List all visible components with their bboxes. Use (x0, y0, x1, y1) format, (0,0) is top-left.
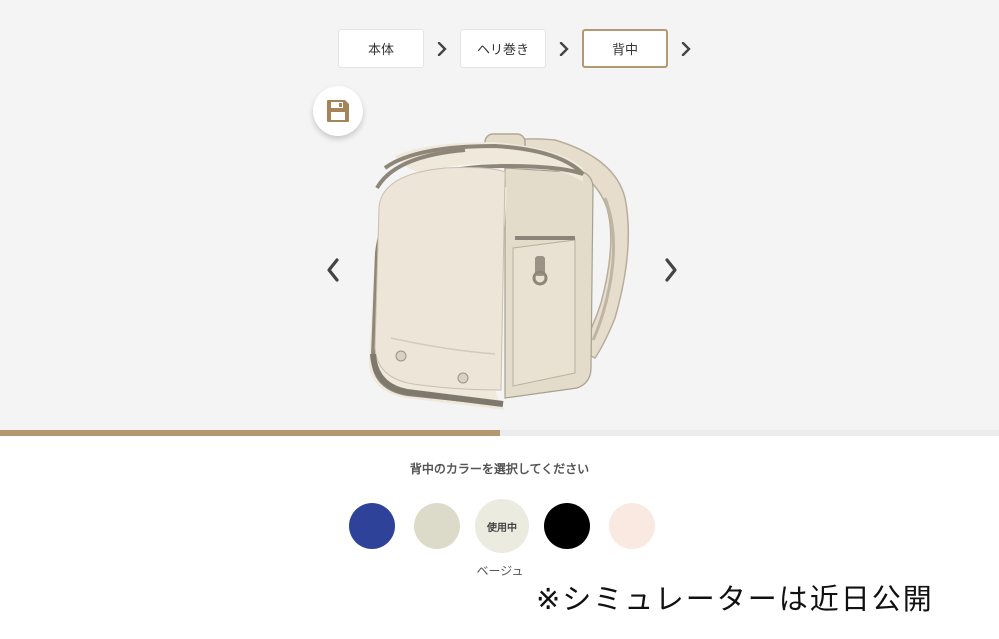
swatch-item (535, 499, 599, 553)
chevron-left-icon (327, 258, 339, 282)
chevron-right-icon[interactable] (424, 29, 460, 68)
simulator-notice: ※シミュレーターは近日公開 (536, 582, 934, 616)
color-swatch-black[interactable] (544, 503, 590, 549)
chevron-right-icon[interactable] (668, 29, 704, 68)
color-swatch-sage[interactable] (414, 503, 460, 549)
next-view-button[interactable] (659, 255, 683, 285)
backpack-image (368, 133, 630, 410)
step-tab-body[interactable]: 本体 (338, 29, 424, 68)
step-navigation: 本体 ヘリ巻き 背中 (338, 29, 704, 68)
swatch-item (405, 499, 469, 553)
color-swatch-beige[interactable]: 使用中 (475, 499, 529, 553)
floppy-disk-icon (327, 100, 349, 122)
color-swatch-navy[interactable] (349, 503, 395, 549)
swatch-item (340, 499, 404, 553)
color-select-prompt: 背中のカラーを選択してください (409, 462, 590, 476)
chevron-right-icon (665, 258, 677, 282)
progress-bar (0, 430, 999, 436)
step-tab-edge[interactable]: ヘリ巻き (460, 29, 546, 68)
previous-view-button[interactable] (321, 255, 345, 285)
swatch-item (600, 499, 664, 553)
progress-bar-fill (0, 430, 500, 436)
swatch-item: 使用中 (470, 499, 534, 553)
color-swatch-list: 使用中 (340, 499, 664, 553)
selected-color-name: ベージュ (476, 564, 524, 578)
chevron-right-icon[interactable] (546, 29, 582, 68)
step-tab-back[interactable]: 背中 (582, 29, 668, 68)
color-swatch-pink[interactable] (609, 503, 655, 549)
product-preview-area: 本体 ヘリ巻き 背中 (0, 0, 999, 430)
